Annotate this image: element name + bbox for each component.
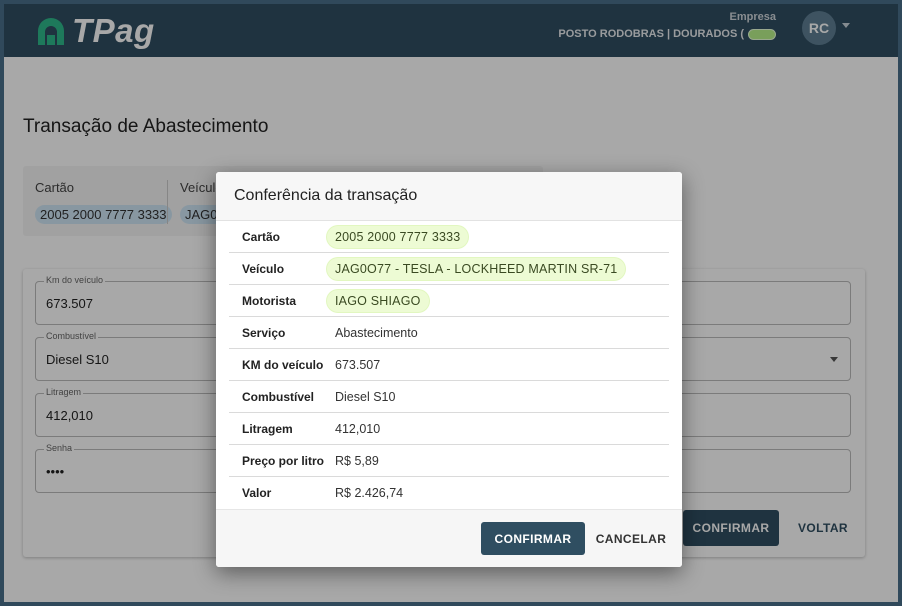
detail-value: 412,010 — [335, 421, 381, 436]
detail-row-card: Cartão 2005 2000 7777 3333 — [229, 221, 669, 253]
detail-label: Cartão — [242, 229, 281, 244]
detail-label: Motorista — [242, 293, 296, 308]
detail-value: Diesel S10 — [335, 389, 396, 404]
detail-value: R$ 5,89 — [335, 453, 379, 468]
detail-value: 673.507 — [335, 357, 381, 372]
detail-label: Combustível — [242, 389, 315, 404]
detail-value: Abastecimento — [335, 325, 418, 340]
dialog-title: Conferência da transação — [216, 172, 682, 221]
detail-value: 2005 2000 7777 3333 — [327, 225, 469, 248]
detail-value: IAGO SHIAGO — [327, 289, 429, 312]
app-frame: TPag Empresa POSTO RODOBRAS | DOURADOS (… — [4, 4, 898, 602]
detail-row-total: Valor R$ 2.426,74 — [229, 477, 669, 509]
detail-row-price: Preço por litro R$ 5,89 — [229, 445, 669, 477]
confirm-button[interactable]: CONFIRMAR — [481, 522, 585, 555]
detail-row-km: KM do veículo 673.507 — [229, 349, 669, 381]
detail-row-liters: Litragem 412,010 — [229, 413, 669, 445]
confirmation-dialog: Conferência da transação Cartão 2005 200… — [216, 172, 682, 567]
detail-row-driver: Motorista IAGO SHIAGO — [229, 285, 669, 317]
detail-value: R$ 2.426,74 — [335, 486, 404, 500]
detail-row-fuel: Combustível Diesel S10 — [229, 381, 669, 413]
detail-label: Preço por litro — [242, 453, 325, 468]
detail-label: Litragem — [242, 421, 293, 436]
detail-row-service: Serviço Abastecimento — [229, 317, 669, 349]
dialog-details: Cartão 2005 2000 7777 3333 Veículo JAG0O… — [216, 221, 682, 509]
detail-label: Serviço — [242, 325, 286, 340]
dialog-actions: CONFIRMAR CANCELAR — [216, 509, 682, 567]
detail-value: JAG0O77 - TESLA - LOCKHEED MARTIN SR-71 — [327, 257, 626, 280]
cancel-button[interactable]: CANCELAR — [594, 522, 668, 555]
detail-row-vehicle: Veículo JAG0O77 - TESLA - LOCKHEED MARTI… — [229, 253, 669, 285]
detail-label: KM do veículo — [242, 357, 324, 372]
detail-label: Veículo — [242, 261, 285, 276]
detail-label: Valor — [242, 486, 272, 500]
